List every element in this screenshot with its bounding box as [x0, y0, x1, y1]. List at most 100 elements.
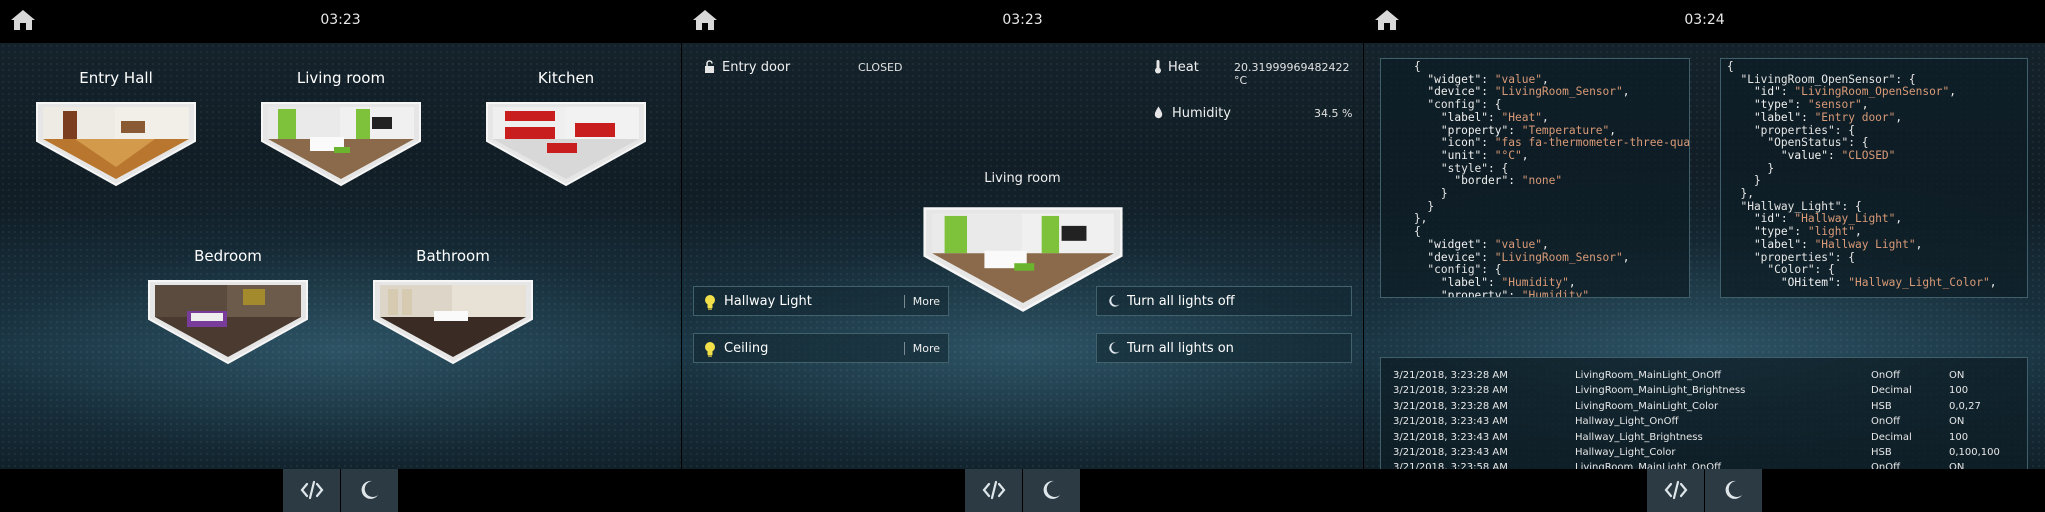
rooms-grid: Entry Hall Living room Kitchen Bedroom B…: [0, 43, 681, 469]
room-label: Living room: [984, 171, 1061, 186]
top-bar: 03:24: [1364, 0, 2045, 43]
log-row: 3/21/2018, 3:23:28 AM LivingRoom_MainLigh…: [1393, 370, 2023, 385]
log-item: Hallway_Light_Brightness: [1575, 431, 1703, 443]
log-time: 3/21/2018, 3:23:43 AM: [1393, 431, 1508, 443]
lights-off-label: Turn all lights off: [1127, 294, 1235, 309]
room-name: Kitchen: [537, 69, 595, 87]
room-living-room-image: [261, 102, 421, 187]
lightbulb-icon: [704, 341, 716, 357]
code-line: },: [1387, 212, 1428, 226]
log-time: 3/21/2018, 3:23:28 AM: [1393, 370, 1508, 381]
code-button[interactable]: [1647, 469, 1705, 512]
log-value: 0,0,27: [1949, 400, 1981, 412]
log-item: LivingRoom_MainLight_OnOff: [1575, 370, 1722, 381]
ceiling-more-button[interactable]: More: [903, 342, 940, 355]
log-type: Decimal: [1871, 431, 1912, 443]
log-type: OnOff: [1871, 416, 1900, 428]
code-button[interactable]: [283, 469, 341, 512]
night-mode-button[interactable]: [1705, 469, 1763, 512]
thermometer-icon: [1155, 60, 1161, 74]
log-row: 3/21/2018, 3:23:28 AM LivingRoom_MainLigh…: [1393, 385, 2023, 400]
code-button[interactable]: [965, 469, 1023, 512]
top-bar: 03:23: [682, 0, 1363, 43]
living-room-panel: 03:23 Entry door CLOSED Heat 20.31999969…: [682, 0, 1363, 512]
widgets-config-editor[interactable]: { "widget": "value", "device": "LivingRo…: [1380, 58, 1690, 298]
humidity-label: Humidity: [1172, 106, 1231, 121]
log-row: 3/21/2018, 3:23:43 AM Hallway_Light_Brigh…: [1393, 432, 2023, 447]
log-value: 100: [1949, 431, 1969, 443]
living-room-view: Entry door CLOSED Heat 20.31999969482422…: [682, 43, 1363, 469]
code-line: }: [1727, 174, 1761, 188]
code-line: "value": "CLOSED": [1727, 148, 1896, 162]
hallway-light-more-button[interactable]: More: [903, 295, 940, 308]
room-living-room[interactable]: Living room: [258, 69, 424, 187]
hallway-light-label: Hallway Light: [724, 294, 812, 309]
code-icon: [982, 479, 1006, 501]
lightbulb-icon: [704, 294, 716, 310]
log-row: 3/21/2018, 3:23:28 AM LivingRoom_MainLigh…: [1393, 401, 2023, 416]
entry-door-value: CLOSED: [858, 61, 903, 74]
code-line: "unit": "°C",: [1387, 148, 1529, 162]
lights-on-button[interactable]: Turn all lights on: [1096, 333, 1352, 363]
code-line: },: [1727, 187, 1754, 201]
humidity-value: 34.5 %: [1314, 107, 1353, 120]
devices-config-editor[interactable]: { "LivingRoom_OpenSensor": { "id": "Livi…: [1720, 58, 2028, 298]
night-mode-button[interactable]: [1023, 469, 1081, 512]
log-time: 3/21/2018, 3:23:43 AM: [1393, 447, 1508, 458]
log-value: ON: [1949, 416, 1965, 428]
log-item: LivingRoom_MainLight_Color: [1575, 400, 1719, 412]
log-item: Hallway_Light_OnOff: [1575, 416, 1679, 428]
log-value: 100: [1949, 385, 1969, 397]
code-line: {: [1727, 60, 1734, 73]
log-value: ON: [1949, 370, 1965, 381]
log-item: LivingRoom_MainLight_Brightness: [1575, 385, 1746, 397]
code-line: "property": "Humidity",: [1387, 288, 1596, 298]
heat-value: 20.31999969482422 °C: [1234, 61, 1350, 87]
log-time: 3/21/2018, 3:23:28 AM: [1393, 400, 1508, 412]
room-bathroom[interactable]: Bathroom: [370, 247, 536, 365]
code-panel: 03:24 { "widget": "value", "device": "Li…: [1364, 0, 2045, 512]
room-entry-hall[interactable]: Entry Hall: [33, 69, 199, 187]
moon-icon: [1722, 479, 1744, 501]
log-item: Hallway_Light_Color: [1575, 447, 1676, 458]
rooms-panel: 03:23 Entry Hall Living room Kitchen Bed…: [0, 0, 681, 512]
lock-open-icon: [705, 60, 714, 73]
room-bedroom[interactable]: Bedroom: [145, 247, 311, 365]
log-time: 3/21/2018, 3:23:28 AM: [1393, 385, 1508, 397]
hallway-light-button[interactable]: Hallway Light More: [693, 286, 949, 316]
clock: 03:23: [320, 12, 361, 28]
bottom-bar: [0, 469, 681, 512]
lights-off-button[interactable]: Turn all lights off: [1096, 286, 1352, 316]
ceiling-light-label: Ceiling: [724, 341, 769, 356]
moon-icon: [358, 479, 380, 501]
code-icon: [300, 479, 324, 501]
code-view: { "widget": "value", "device": "LivingRo…: [1364, 43, 2045, 495]
bottom-bar: [1364, 469, 2045, 512]
room-name: Entry Hall: [79, 69, 153, 87]
code-line: "label": "Entry door",: [1727, 110, 1903, 124]
code-line: "label": "Hallway Light",: [1727, 237, 1923, 251]
log-value: 0,100,100: [1949, 447, 2000, 458]
moon-icon: [1107, 341, 1121, 355]
code-line: }: [1387, 187, 1448, 201]
ceiling-light-button[interactable]: Ceiling More: [693, 333, 949, 363]
room-bathroom-image: [373, 280, 533, 365]
room-name: Living room: [296, 69, 386, 87]
code-icon: [1664, 479, 1688, 501]
room-entry-hall-image: [36, 102, 196, 187]
moon-icon: [1107, 294, 1121, 308]
code-line: }: [1727, 161, 1775, 175]
room-name: Bedroom: [194, 247, 262, 265]
log-type: OnOff: [1871, 370, 1900, 381]
night-mode-button[interactable]: [341, 469, 399, 512]
room-kitchen-image: [486, 102, 646, 187]
log-row: 3/21/2018, 3:23:43 AM Hallway_Light_OnOff…: [1393, 416, 2023, 431]
room-kitchen[interactable]: Kitchen: [483, 69, 649, 187]
log-row: 3/21/2018, 3:23:43 AM Hallway_Light_Color…: [1393, 447, 2023, 462]
log-type: HSB: [1871, 400, 1892, 412]
log-type: HSB: [1871, 447, 1892, 458]
clock: 03:24: [1684, 12, 1725, 28]
entry-door-label: Entry door: [722, 60, 791, 75]
top-bar: 03:23: [0, 0, 681, 43]
room-name: Bathroom: [416, 247, 490, 265]
